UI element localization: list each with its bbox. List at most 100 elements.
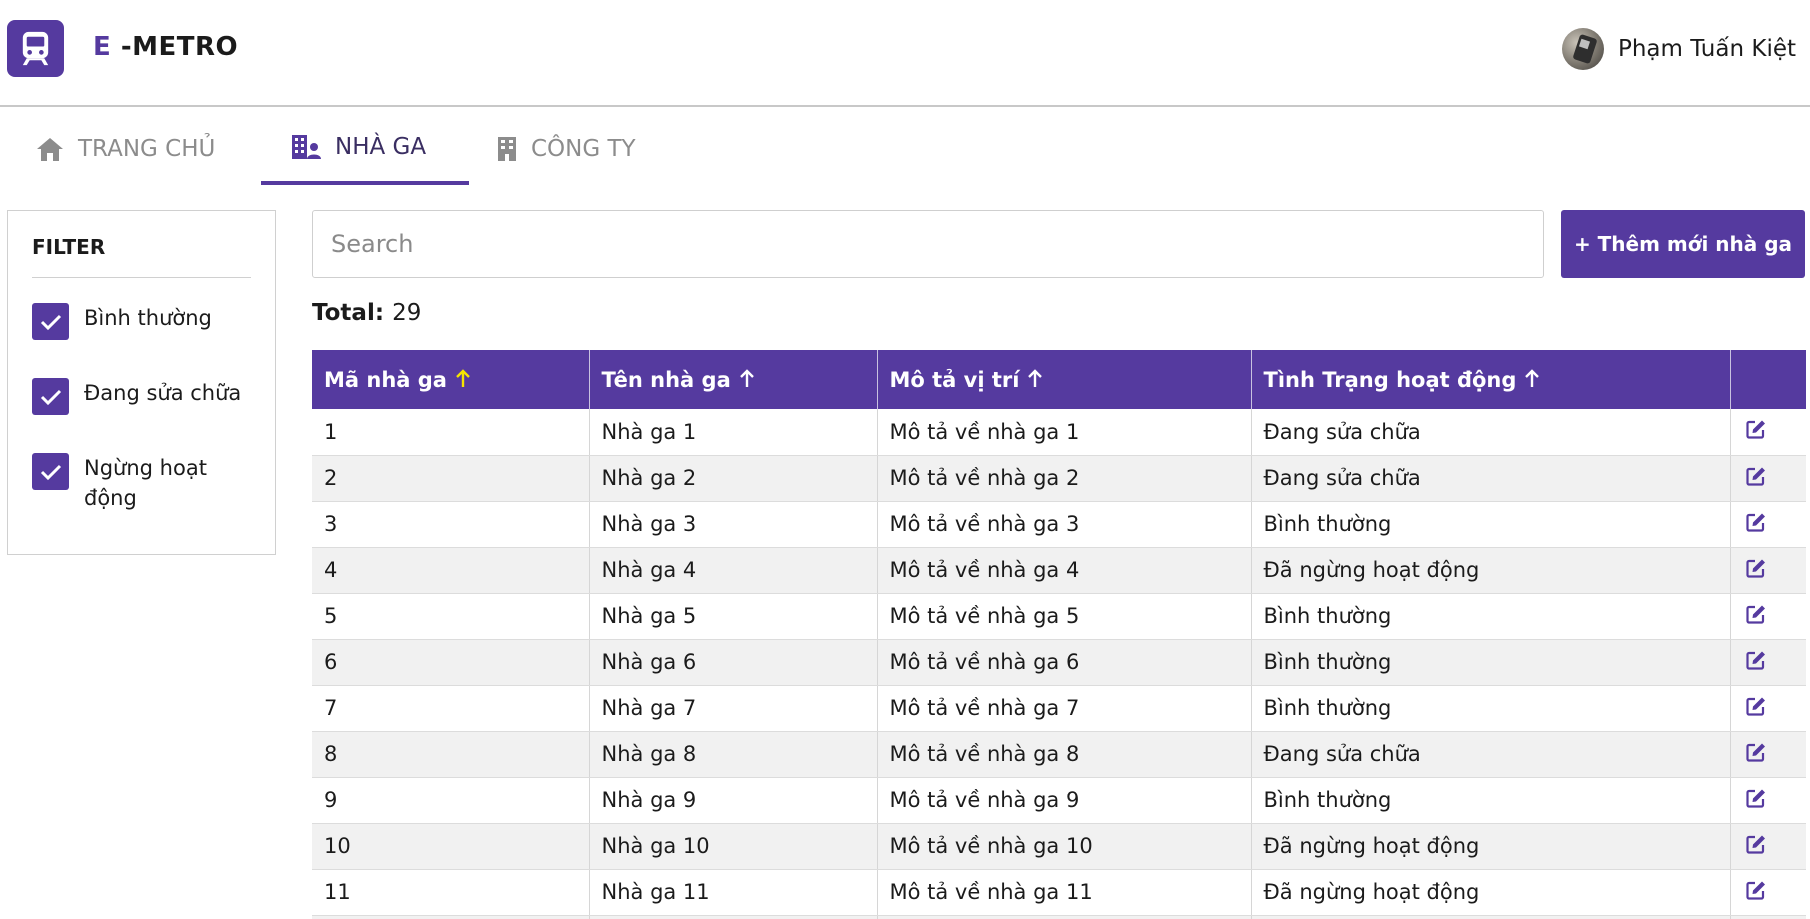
add-station-button[interactable]: + Thêm mới nhà ga bbox=[1561, 210, 1805, 278]
tab-company-label: CÔNG TY bbox=[531, 135, 636, 162]
metro-train-icon[interactable] bbox=[7, 20, 64, 77]
cell-edit[interactable] bbox=[1730, 869, 1806, 916]
edit-icon[interactable] bbox=[1745, 603, 1767, 625]
cell-id: 1 bbox=[312, 409, 590, 456]
cell-id: 9 bbox=[312, 777, 590, 824]
cell-edit[interactable] bbox=[1730, 823, 1806, 870]
brand-e: E bbox=[93, 32, 112, 62]
cell-id: 4 bbox=[312, 547, 590, 594]
table-row[interactable]: 11 Nhà ga 11 Mô tả về nhà ga 11 Đã ngừng ho… bbox=[312, 869, 1806, 916]
tab-home-label: TRANG CHỦ bbox=[78, 135, 216, 162]
table-row[interactable]: 9 Nhà ga 9 Mô tả về nhà ga 9 Bình thường bbox=[312, 777, 1806, 824]
cell-location: Mô tả về nhà ga 4 bbox=[877, 547, 1252, 594]
user-menu[interactable]: Phạm Tuấn Kiệt bbox=[1561, 27, 1796, 71]
table-row[interactable]: 8 Nhà ga 8 Mô tả về nhà ga 8 Đang sửa chữa bbox=[312, 731, 1806, 778]
edit-icon[interactable] bbox=[1745, 649, 1767, 671]
user-name[interactable]: Phạm Tuấn Kiệt bbox=[1618, 36, 1796, 62]
table-row[interactable]: 4 Nhà ga 4 Mô tả về nhà ga 4 Đã ngừng hoạt … bbox=[312, 547, 1806, 594]
cell-edit[interactable] bbox=[1730, 915, 1806, 919]
cell-name: Nhà ga 9 bbox=[589, 777, 878, 824]
total-value: 29 bbox=[392, 300, 422, 326]
cell-name: Nhà ga 2 bbox=[589, 455, 878, 502]
cell-location: Mô tả về nhà ga 8 bbox=[877, 731, 1252, 778]
home-icon bbox=[37, 137, 63, 161]
cell-edit[interactable] bbox=[1730, 731, 1806, 778]
edit-icon[interactable] bbox=[1745, 557, 1767, 579]
arrow-up-icon[interactable] bbox=[739, 368, 755, 389]
filter-checkbox-repairing[interactable] bbox=[32, 378, 69, 415]
stations-table: Mã nhà ga Tên nhà ga Mô tả vị trí Tình T… bbox=[312, 350, 1806, 919]
column-header-id[interactable]: Mã nhà ga bbox=[312, 350, 590, 409]
cell-edit[interactable] bbox=[1730, 455, 1806, 502]
cell-location: Mô tả về nhà ga 11 bbox=[877, 869, 1252, 916]
stations-table-wrapper: Mã nhà ga Tên nhà ga Mô tả vị trí Tình T… bbox=[312, 350, 1806, 919]
tab-home[interactable]: TRANG CHỦ bbox=[30, 112, 240, 185]
arrow-up-icon[interactable] bbox=[455, 368, 471, 389]
cell-name: Nhà ga 3 bbox=[589, 501, 878, 548]
table-row[interactable]: 7 Nhà ga 7 Mô tả về nhà ga 7 Bình thường bbox=[312, 685, 1806, 732]
table-row[interactable]: 12Nhà ga 12Mô tả về nhà ga 12Bình thường bbox=[312, 915, 1806, 919]
cell-id: 7 bbox=[312, 685, 590, 732]
filter-item-stopped[interactable]: Ngừng hoạt động bbox=[32, 453, 259, 513]
check-icon bbox=[40, 314, 61, 330]
cell-edit[interactable] bbox=[1730, 777, 1806, 824]
edit-icon[interactable] bbox=[1745, 879, 1767, 901]
filter-divider bbox=[32, 277, 251, 278]
arrow-up-icon[interactable] bbox=[1027, 368, 1043, 389]
avatar[interactable] bbox=[1561, 28, 1604, 70]
cell-edit[interactable] bbox=[1730, 685, 1806, 732]
column-header-name[interactable]: Tên nhà ga bbox=[589, 350, 878, 409]
cell-id: 12 bbox=[312, 915, 590, 919]
edit-icon[interactable] bbox=[1745, 741, 1767, 763]
cell-location: Mô tả về nhà ga 6 bbox=[877, 639, 1252, 686]
cell-name: Nhà ga 8 bbox=[589, 731, 878, 778]
cell-edit[interactable] bbox=[1730, 593, 1806, 640]
cell-status: Đã ngừng hoạt động bbox=[1251, 547, 1731, 594]
table-row[interactable]: 3 Nhà ga 3 Mô tả về nhà ga 3 Bình thường bbox=[312, 501, 1806, 548]
edit-icon[interactable] bbox=[1745, 465, 1767, 487]
cell-location: Mô tả về nhà ga 9 bbox=[877, 777, 1252, 824]
total-count: Total: 29 bbox=[312, 300, 421, 326]
edit-icon[interactable] bbox=[1745, 418, 1767, 440]
tab-station[interactable]: NHÀ GA bbox=[261, 112, 469, 185]
filter-label-stopped: Ngừng hoạt động bbox=[84, 456, 207, 510]
edit-icon[interactable] bbox=[1745, 787, 1767, 809]
cell-name: Nhà ga 4 bbox=[589, 547, 878, 594]
column-header-location[interactable]: Mô tả vị trí bbox=[877, 350, 1252, 409]
table-header-row: Mã nhà ga Tên nhà ga Mô tả vị trí Tình T… bbox=[312, 350, 1806, 409]
column-header-status[interactable]: Tình Trạng hoạt động bbox=[1251, 350, 1731, 409]
filter-label-normal: Bình thường bbox=[84, 306, 212, 330]
cell-location: Mô tả về nhà ga 3 bbox=[877, 501, 1252, 548]
table-row[interactable]: 1 Nhà ga 1 Mô tả về nhà ga 1 Đang sửa chữa bbox=[312, 409, 1806, 456]
cell-edit[interactable] bbox=[1730, 501, 1806, 548]
edit-icon[interactable] bbox=[1745, 695, 1767, 717]
cell-edit[interactable] bbox=[1730, 547, 1806, 594]
cell-id: 8 bbox=[312, 731, 590, 778]
column-header-id-label: Mã nhà ga bbox=[324, 367, 447, 392]
table-row[interactable]: 2 Nhà ga 2 Mô tả về nhà ga 2 Đang sửa chữa bbox=[312, 455, 1806, 502]
cell-location: Mô tả về nhà ga 2 bbox=[877, 455, 1252, 502]
filter-label-repairing: Đang sửa chữa bbox=[84, 381, 242, 405]
tab-company[interactable]: CÔNG TY bbox=[493, 112, 673, 185]
table-row[interactable]: 10 Nhà ga 10 Mô tả về nhà ga 10 Đã ngừng ho… bbox=[312, 823, 1806, 870]
cell-status: Đã ngừng hoạt động bbox=[1251, 869, 1731, 916]
filter-item-repairing[interactable]: Đang sửa chữa bbox=[32, 378, 259, 415]
cell-edit[interactable] bbox=[1730, 409, 1806, 456]
cell-status: Bình thường bbox=[1251, 685, 1731, 732]
cell-edit[interactable] bbox=[1730, 639, 1806, 686]
filter-checkbox-normal[interactable] bbox=[32, 303, 69, 340]
table-row[interactable]: 5 Nhà ga 5 Mô tả về nhà ga 5 Bình thường bbox=[312, 593, 1806, 640]
cell-location: Mô tả về nhà ga 5 bbox=[877, 593, 1252, 640]
filter-item-normal[interactable]: Bình thường bbox=[32, 303, 259, 340]
app-title[interactable]: E -METRO bbox=[93, 32, 238, 62]
cell-name: Nhà ga 6 bbox=[589, 639, 878, 686]
arrow-up-icon[interactable] bbox=[1524, 368, 1540, 389]
filter-title: FILTER bbox=[32, 235, 106, 259]
filter-checkbox-stopped[interactable] bbox=[32, 453, 69, 490]
search-input[interactable] bbox=[312, 210, 1544, 278]
cell-status: Bình thường bbox=[1251, 915, 1731, 919]
table-row[interactable]: 6 Nhà ga 6 Mô tả về nhà ga 6 Bình thường bbox=[312, 639, 1806, 686]
edit-icon[interactable] bbox=[1745, 833, 1767, 855]
edit-icon[interactable] bbox=[1745, 511, 1767, 533]
cell-status: Đang sửa chữa bbox=[1251, 409, 1731, 456]
